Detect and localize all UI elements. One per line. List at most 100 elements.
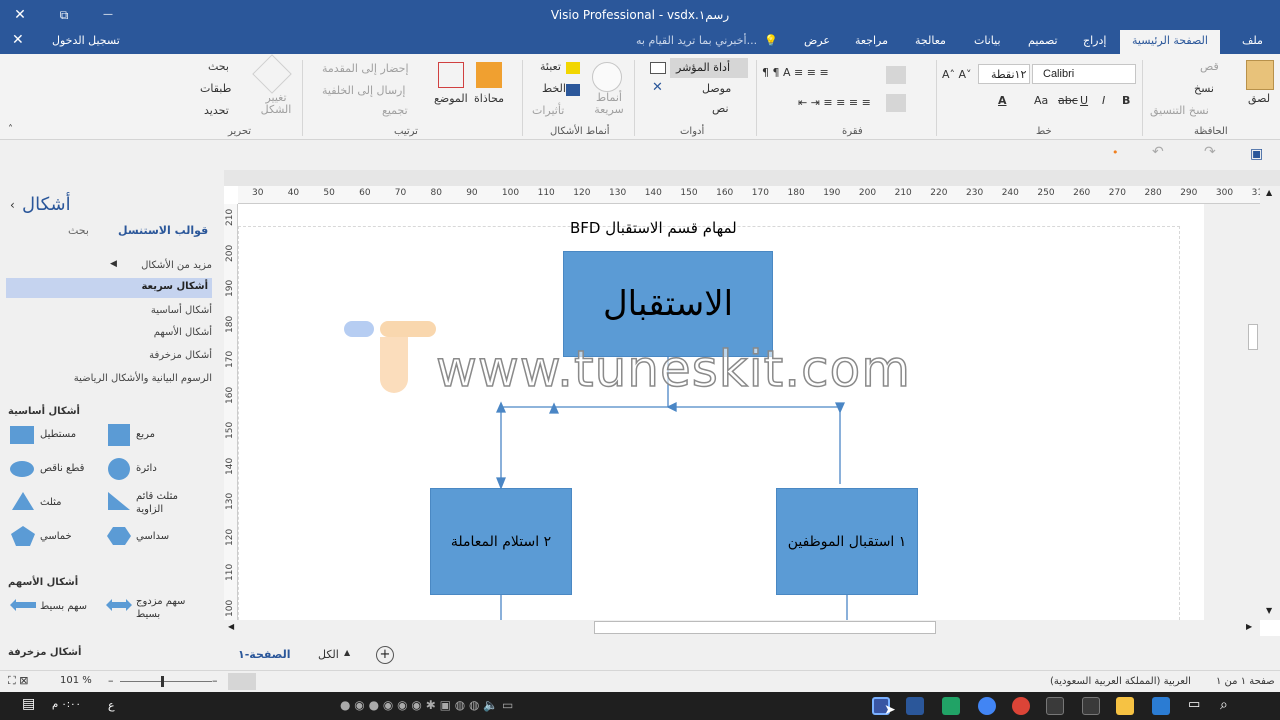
store-icon[interactable] — [1082, 697, 1100, 715]
all-pages-button[interactable]: الكل — [318, 648, 339, 661]
switch-windows-icon[interactable] — [228, 673, 256, 690]
chrome-icon[interactable] — [1012, 697, 1030, 715]
send-back-button[interactable]: إرسال إلى الخلفية — [322, 84, 405, 97]
diagram-title[interactable]: BFD لمهام قسم الاستقبال — [570, 219, 737, 237]
rectangle-tool-icon[interactable] — [650, 62, 666, 74]
fill-button[interactable]: تعبئة — [540, 60, 561, 73]
page-tab-1[interactable]: الصفحة-١ — [238, 648, 291, 661]
format-painter-button[interactable]: نسخ التنسيق — [1150, 104, 1209, 117]
chrome-icon[interactable] — [978, 697, 996, 715]
x-icon[interactable]: ✕ — [652, 80, 663, 95]
scroll-left-icon[interactable]: ◀ — [228, 622, 234, 631]
mail-icon[interactable] — [1046, 697, 1064, 715]
paste-icon[interactable] — [1246, 60, 1274, 90]
scroll-right-icon[interactable]: ▶ — [1246, 622, 1252, 631]
layers-button[interactable]: طبقات — [200, 82, 231, 95]
clock[interactable]: ٠:٠٠ م — [52, 699, 81, 710]
circle-shape-icon[interactable] — [108, 458, 130, 480]
connector-tool-button[interactable]: موصل — [702, 82, 731, 95]
stencil-charts[interactable]: الرسوم البيانية والأشكال الرياضية — [74, 373, 212, 384]
undo-icon[interactable]: ↶ — [1152, 144, 1164, 160]
triangle-shape-icon[interactable] — [10, 490, 36, 512]
tab-file[interactable]: ملف — [1242, 34, 1263, 47]
stencil-basic[interactable]: أشكال أساسية — [151, 305, 212, 316]
vertical-scrollbar[interactable]: ▲ ▼ — [1260, 186, 1280, 620]
input-language[interactable]: ع — [108, 699, 115, 712]
position-button[interactable]: الموضع — [434, 92, 468, 105]
bring-front-button[interactable]: إحضار إلى المقدمة — [322, 62, 409, 75]
signin-link[interactable]: تسجيل الدخول — [52, 34, 120, 47]
collapse-ribbon-icon[interactable]: ˄ — [8, 124, 13, 135]
stencil-arrows[interactable]: أشكال الأسهم — [154, 327, 212, 338]
font-grow-icon[interactable]: A˄ A˅ — [942, 68, 972, 81]
search-icon[interactable]: ⌕ — [1220, 697, 1228, 713]
align-center-icon[interactable] — [886, 94, 906, 112]
paragraph-icons-bottom[interactable]: ⇤ ⇥ ≡ ≡ ≡ ≡ — [798, 96, 871, 109]
copy-button[interactable]: نسخ — [1194, 82, 1214, 95]
tab-insert[interactable]: إدراج — [1083, 34, 1106, 47]
quick-styles-icon[interactable] — [592, 62, 622, 92]
strikethrough-icon[interactable]: abc — [1058, 94, 1078, 107]
receive-transaction-shape[interactable]: ٢ استلام المعاملة — [430, 488, 572, 595]
search-tab[interactable]: بحث — [68, 224, 89, 237]
stencils-tab[interactable]: قوالب الاستنسل — [118, 224, 208, 237]
page-indicator[interactable]: صفحة ١ من ١ — [1216, 676, 1275, 687]
font-size-box[interactable]: ١٢نقطة — [978, 64, 1030, 84]
task-view-icon[interactable]: ▭ — [1188, 697, 1200, 712]
tab-data[interactable]: بيانات — [974, 34, 1001, 47]
position-icon[interactable] — [438, 62, 464, 88]
add-page-icon[interactable]: + — [376, 646, 394, 664]
double-arrow-shape-icon[interactable] — [106, 598, 132, 612]
tab-view[interactable]: عرض — [804, 34, 830, 47]
horizontal-scrollbar[interactable]: ◀ ▶ — [224, 620, 1260, 636]
paste-button[interactable]: لصق — [1248, 92, 1270, 105]
paragraph-icons-top[interactable]: ¶ ¶ A ≡ ≡ ≡ — [762, 66, 829, 79]
tab-home[interactable]: الصفحة الرئيسية — [1120, 30, 1220, 54]
app-icon[interactable] — [906, 697, 924, 715]
scroll-up-icon[interactable]: ▲ — [1266, 188, 1272, 197]
more-shapes-item[interactable]: مزيد من الأشكال — [141, 260, 212, 271]
zoom-in-icon[interactable]: – — [212, 674, 218, 687]
pentagon-shape-icon[interactable] — [10, 525, 36, 547]
ellipse-shape-icon[interactable] — [10, 461, 34, 477]
tab-design[interactable]: تصميم — [1028, 34, 1058, 47]
app-icon[interactable] — [942, 697, 960, 715]
zoom-slider[interactable] — [120, 681, 212, 682]
edge-icon[interactable] — [1152, 697, 1170, 715]
square-shape-icon[interactable] — [108, 424, 130, 446]
select-button[interactable]: تحديد — [204, 104, 229, 117]
file-explorer-icon[interactable] — [1116, 697, 1134, 715]
italic-icon[interactable]: I — [1102, 94, 1105, 107]
rectangle-shape-icon[interactable] — [10, 426, 34, 444]
close-doc-icon[interactable]: ✕ — [12, 32, 24, 48]
language-indicator[interactable]: العربية (المملكة العربية السعودية) — [1050, 676, 1191, 687]
touch-mode-icon[interactable]: • — [1112, 146, 1119, 159]
font-name-box[interactable]: Calibri — [1032, 64, 1136, 84]
notifications-icon[interactable]: ▤ — [22, 696, 35, 712]
fit-page-icon[interactable]: ⛶ ⊠ — [8, 674, 28, 688]
redo-icon[interactable]: ↷ — [1204, 144, 1216, 160]
line-button[interactable]: الخط — [542, 82, 566, 95]
tab-review[interactable]: مراجعة — [855, 34, 888, 47]
zoom-slider-thumb[interactable] — [161, 676, 164, 687]
receive-employees-shape[interactable]: ١ استقبال الموظفين — [776, 488, 918, 595]
align-button[interactable]: محاذاة — [474, 92, 504, 105]
align-icon[interactable] — [476, 62, 502, 88]
tab-process[interactable]: معالجة — [915, 34, 946, 47]
quick-styles-button[interactable]: أنماط سريعة — [594, 92, 624, 116]
tell-me-box[interactable]: أخبرني بما تريد القيام به... — [636, 34, 757, 47]
right-triangle-shape-icon[interactable] — [106, 490, 132, 512]
group-button[interactable]: تجميع — [382, 104, 408, 117]
cut-button[interactable]: قص — [1200, 60, 1219, 73]
save-icon[interactable]: ▣ — [1250, 146, 1263, 162]
zoom-level[interactable]: 101 % — [60, 675, 92, 686]
find-button[interactable]: بحث — [208, 60, 229, 73]
tray-icons[interactable]: ● ◉ ● ◉ ◉ ◉ ✱ ▣ ◍ ◍ 🔈 ▭ — [340, 698, 513, 712]
font-color-icon[interactable]: A — [998, 94, 1007, 107]
underline-icon[interactable]: U — [1080, 94, 1088, 107]
effects-button[interactable]: تأثيرات — [532, 104, 564, 117]
horizontal-scroll-thumb[interactable] — [594, 621, 936, 634]
change-shape-button[interactable]: تغيير الشكل — [258, 92, 294, 116]
zoom-out-icon[interactable]: – — [108, 674, 114, 687]
stencil-decorative[interactable]: أشكال مزخرفة — [149, 350, 212, 361]
